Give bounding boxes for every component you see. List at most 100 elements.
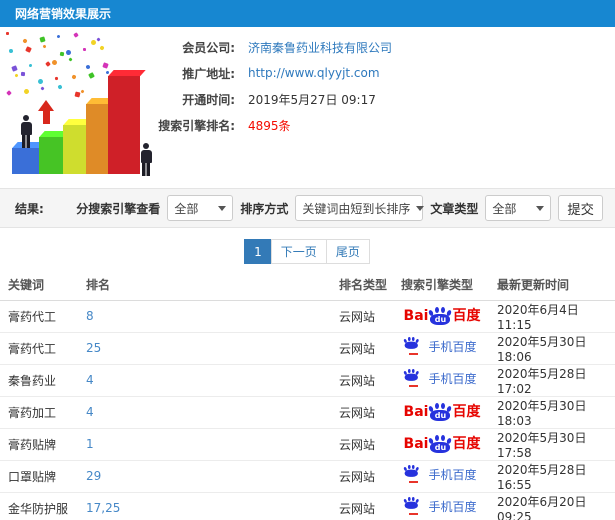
company-link[interactable]: 济南秦鲁药业科技有限公司 [248,39,392,56]
article-type-label: 文章类型 [430,201,479,216]
article-type-select[interactable]: 全部 [485,195,552,221]
table-row: 膏药代工 8 云网站 Bai du 百度 2020年6月4日 11:15 [0,300,615,333]
updated-cell: 2020年6月20日 09:25 [487,492,615,520]
table-row: 膏药代工 25 云网站 手机百度 2020年5月30日 18:06 [0,332,615,365]
page-header: 网络营销效果展示 [0,0,615,27]
rank-link[interactable]: 25 [86,341,101,355]
engine-cell: 手机百度 [397,492,487,520]
keyword-cell: 金华防护服 [0,492,85,520]
info-row-company: 会员公司: 济南秦鲁药业科技有限公司 [143,34,615,60]
table-row: 秦鲁药业 4 云网站 手机百度 2020年5月28日 17:02 [0,364,615,397]
rank-type-cell: 云网站 [335,300,397,333]
baidu-mobile-logo: 手机百度 [403,369,477,387]
baidu-paw-icon [403,337,420,349]
info-row-url: 推广地址: http://www.qlyyjt.com [143,60,615,86]
baidu-mobile-logo: 手机百度 [403,465,477,483]
engine-cell: Bai du 百度 [397,396,487,429]
engine-view-label: 分搜索引擎查看 [76,201,161,216]
results-table-header-row: 关键词 排名 排名类型 搜索引擎类型 最新更新时间 [0,270,615,301]
engine-cell: Bai du 百度 [397,300,487,333]
rank-link[interactable]: 4 [86,405,94,419]
filter-bar: 结果: 分搜索引擎查看 全部 排序方式 关键词由短到长排序 文章类型 全部 提交 [0,188,615,228]
baidu-paw-icon [403,497,420,509]
article-type-selected: 全部 [492,201,517,216]
keyword-cell: 秦鲁药业 [0,364,85,397]
open-time-value: 2019年5月27日 09:17 [248,92,376,107]
submit-button[interactable]: 提交 [558,195,603,221]
page-number-current[interactable]: 1 [244,239,272,264]
mobile-baidu-icon [403,465,423,483]
seo-rank-label: 搜索引擎排名: [158,118,235,133]
rank-type-cell: 云网站 [335,428,397,461]
pagination: 1 下一页 尾页 [0,239,615,264]
keyword-cell: 膏药贴牌 [0,428,85,461]
updated-cell: 2020年5月30日 18:06 [487,332,615,365]
baidu-mobile-logo: 手机百度 [403,497,477,515]
company-label: 会员公司: [182,40,235,55]
keyword-cell: 膏药加工 [0,396,85,429]
baidu-pc-logo: Bai du 百度 [403,435,481,453]
chevron-down-icon [218,205,227,211]
header-rank-type: 排名类型 [335,270,397,301]
businessman-figure-left [18,115,34,148]
promo-url-link[interactable]: http://www.qlyyjt.com [248,66,380,80]
open-time-label: 开通时间: [182,92,235,107]
sort-label: 排序方式 [240,201,289,216]
info-row-seo-rank: 搜索引擎排名: 4895条 [143,112,615,138]
last-page-button[interactable]: 尾页 [325,239,370,264]
rank-link[interactable]: 17,25 [86,501,120,515]
engine-cell: 手机百度 [397,364,487,397]
keyword-cell: 膏药代工 [0,332,85,365]
rank-type-cell: 云网站 [335,396,397,429]
sort-selected: 关键词由短到长排序 [302,201,411,216]
engine-cell: 手机百度 [397,332,487,365]
baidu-paw-icon: du [428,307,453,325]
results-table-body: 膏药代工 8 云网站 Bai du 百度 2020年6月4日 11:15 膏药代工 … [0,300,615,520]
engine-cell: 手机百度 [397,460,487,493]
rank-link[interactable]: 1 [86,437,94,451]
rank-link[interactable]: 4 [86,373,94,387]
table-row: 口罩贴牌 29 云网站 手机百度 2020年5月28日 16:55 [0,460,615,493]
updated-cell: 2020年6月4日 11:15 [487,300,615,333]
rank-type-cell: 云网站 [335,492,397,520]
updated-cell: 2020年5月30日 17:58 [487,428,615,461]
member-info-panel: 会员公司: 济南秦鲁药业科技有限公司 推广地址: http://www.qlyy… [143,34,615,138]
updated-cell: 2020年5月28日 16:55 [487,460,615,493]
rank-type-cell: 云网站 [335,364,397,397]
keyword-cell: 膏药代工 [0,300,85,333]
table-row: 膏药贴牌 1 云网站 Bai du 百度 2020年5月30日 17:58 [0,428,615,461]
header-keyword: 关键词 [0,270,85,301]
filter-controls: 分搜索引擎查看 全部 排序方式 关键词由短到长排序 文章类型 全部 提交 [76,195,603,221]
baidu-mobile-logo: 手机百度 [403,337,477,355]
sort-select[interactable]: 关键词由短到长排序 [295,195,425,221]
mobile-baidu-icon [403,497,423,515]
next-page-button[interactable]: 下一页 [270,239,327,264]
rank-link[interactable]: 8 [86,309,94,323]
member-info-section: 会员公司: 济南秦鲁药业科技有限公司 推广地址: http://www.qlyy… [0,27,615,188]
page: 网络营销效果展示 会员公司: 济南秦鲁药业科技有限公司 推广地址: http:/… [0,0,615,520]
mobile-baidu-icon [403,369,423,387]
info-row-open-time: 开通时间: 2019年5月27日 09:17 [143,86,615,112]
chevron-down-icon [536,205,545,211]
keyword-cell: 口罩贴牌 [0,460,85,493]
up-arrow-icon [38,100,54,124]
promo-url-label: 推广地址: [182,66,235,81]
engine-view-select[interactable]: 全部 [167,195,234,221]
table-row: 金华防护服 17,25 云网站 手机百度 2020年6月20日 09:25 [0,492,615,520]
seo-rank-count: 4895条 [248,118,291,133]
table-row: 膏药加工 4 云网站 Bai du 百度 2020年5月30日 18:03 [0,396,615,429]
chevron-down-icon [416,205,425,211]
results-table: 关键词 排名 排名类型 搜索引擎类型 最新更新时间 膏药代工 8 云网站 Bai… [0,270,615,520]
baidu-paw-icon: du [428,403,453,421]
rank-type-cell: 云网站 [335,460,397,493]
header-updated: 最新更新时间 [487,270,615,301]
baidu-pc-logo: Bai du 百度 [403,403,481,421]
rank-link[interactable]: 29 [86,469,101,483]
header-engine-type: 搜索引擎类型 [397,270,487,301]
result-label: 结果: [15,201,44,216]
baidu-paw-icon [403,465,420,477]
baidu-paw-icon [403,369,420,381]
businessman-figure-right [138,143,154,176]
rank-type-cell: 云网站 [335,332,397,365]
page-title: 网络营销效果展示 [15,7,112,21]
